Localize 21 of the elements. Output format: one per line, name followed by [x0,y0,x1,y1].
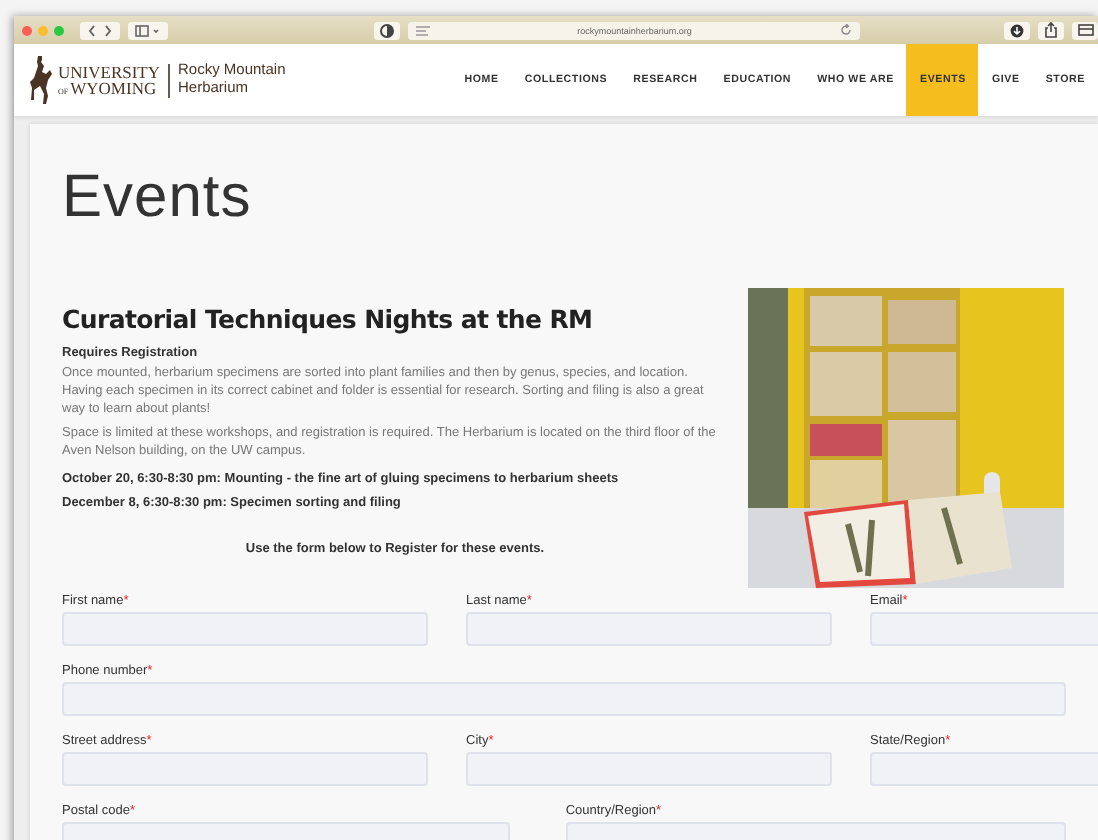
input-field[interactable] [466,612,832,646]
horse-rider-icon[interactable] [28,56,52,104]
tabs-button[interactable] [1072,21,1098,39]
close-icon[interactable] [22,25,32,35]
input-field[interactable] [62,612,428,646]
maximize-icon[interactable] [54,25,64,35]
page-title: Events [62,168,254,228]
event-heading: Curatorial Techniques Nights at the RM [62,304,595,334]
back-forward-button[interactable] [80,21,120,39]
input-field[interactable] [62,682,1066,716]
download-button[interactable] [1004,21,1031,39]
minimize-icon[interactable] [38,25,48,35]
sidebar-button[interactable] [127,21,168,39]
share-button[interactable] [1038,21,1065,39]
input-field[interactable] [62,752,428,786]
university-wordmark: UNIVERSITY [58,63,160,80]
reader-icon[interactable] [415,25,430,35]
input-field[interactable] [466,752,832,786]
privacy-button[interactable] [373,21,400,39]
wyoming-wordmark: WYOMING [70,80,157,97]
reload-icon[interactable] [839,24,852,36]
